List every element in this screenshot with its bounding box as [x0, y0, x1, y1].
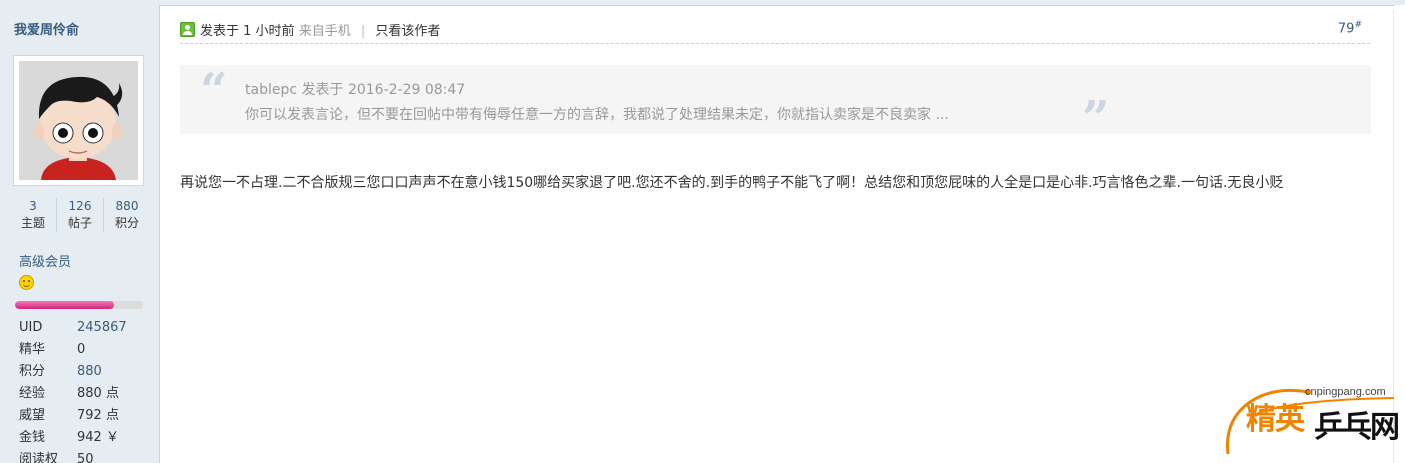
watermark-brand-a: 精英	[1246, 402, 1305, 437]
watermark-brand-b: 乒乓网	[1314, 410, 1400, 445]
info-value: 792 点	[77, 408, 119, 423]
stat-threads-value[interactable]: 3	[10, 198, 56, 215]
info-value-link[interactable]: 880	[77, 361, 102, 383]
watermark-url: cnpingpang.com	[1305, 386, 1386, 398]
floor-hash: #	[1354, 20, 1362, 30]
rank-smiley-icon	[19, 275, 34, 290]
quote-block: “ tablepc 发表于 2016-2-29 08:47 你可以发表言论，但不…	[180, 63, 1371, 143]
stat-credits[interactable]: 880 积分	[103, 198, 150, 232]
stat-credits-label: 积分	[114, 216, 139, 230]
user-group-link[interactable]: 高级会员	[19, 251, 71, 270]
author-sidebar: 我爱周伶俞 3 主题 126 帖子 880 积分 高级会员 UID 245867…	[0, 5, 160, 463]
post-source: 来自手机	[298, 24, 351, 39]
post-meta: 发表于 1 小时前 来自手机 | 只看该作者	[200, 20, 440, 39]
info-key: 金钱	[19, 430, 46, 445]
floor-number-link[interactable]: 79#	[1338, 20, 1362, 36]
info-value-link[interactable]: 245867	[77, 317, 127, 339]
info-row-experience: 经验 880 点	[19, 383, 149, 405]
post-content: 再说您一不占理.二不合版规三您口口声声不在意小钱150哪给买家退了吧.您还不舍的…	[180, 175, 1284, 191]
online-status-icon	[180, 22, 195, 37]
quote-close-icon: ”	[1082, 91, 1110, 147]
stat-credits-value[interactable]: 880	[104, 198, 150, 215]
cartoon-avatar-icon	[19, 61, 138, 180]
stat-threads-label: 主题	[20, 216, 45, 230]
rank-progress-fill	[15, 301, 114, 309]
quote-text: 你可以发表言论，但不要在回帖中带有侮辱任意一方的言辞，我都说了处理结果未定，你就…	[245, 107, 949, 123]
stat-posts-value[interactable]: 126	[57, 198, 103, 215]
meta-separator: |	[360, 24, 366, 39]
post-time: 发表于 1 小时前	[200, 24, 295, 39]
info-row-uid: UID 245867	[19, 317, 149, 339]
floor-number: 79	[1337, 21, 1355, 37]
stat-threads[interactable]: 3 主题	[10, 198, 56, 232]
info-key: 阅读权	[19, 452, 59, 463]
avatar-image	[19, 61, 138, 180]
info-key: 经验	[19, 386, 46, 401]
info-value: 942 ￥	[77, 430, 119, 445]
info-row-prestige: 威望 792 点	[19, 405, 149, 427]
site-watermark: cnpingpang.com 精英 乒乓网	[1222, 380, 1400, 460]
info-value: 50	[77, 452, 94, 463]
info-row-read-access: 阅读权 50	[19, 449, 149, 463]
info-key: UID	[19, 320, 43, 335]
info-row-digest: 精华 0	[19, 339, 149, 361]
info-row-money: 金钱 942 ￥	[19, 427, 149, 449]
author-name-link[interactable]: 我爱周伶俞	[14, 19, 79, 38]
info-row-credits: 积分 880	[19, 361, 149, 383]
user-info-list: UID 245867 精华 0 积分 880 经验 880 点 威望 792 点…	[19, 317, 149, 463]
stat-posts-label: 帖子	[67, 216, 92, 230]
quote-author: tablepc 发表于 2016-2-29 08:47	[245, 82, 466, 98]
info-key: 威望	[19, 408, 46, 423]
post-header: 发表于 1 小时前 来自手机 | 只看该作者 79#	[180, 18, 1370, 44]
post-top-rule	[160, 5, 1395, 6]
info-value: 0	[77, 342, 86, 357]
rank-progress-bar	[15, 301, 143, 309]
avatar[interactable]	[13, 55, 144, 186]
quote-open-icon: “	[200, 63, 228, 119]
info-key: 精华	[19, 342, 46, 357]
info-value: 880 点	[77, 386, 119, 401]
author-stats: 3 主题 126 帖子 880 积分	[10, 198, 150, 232]
stat-posts[interactable]: 126 帖子	[56, 198, 103, 232]
info-key: 积分	[19, 364, 46, 379]
only-author-link[interactable]: 只看该作者	[375, 24, 440, 39]
